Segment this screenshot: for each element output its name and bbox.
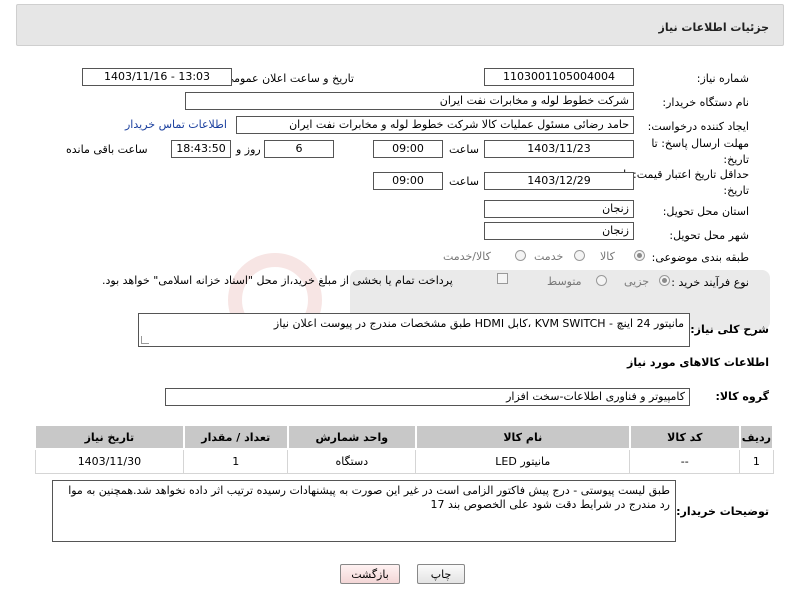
deadline-time-field: 09:00 <box>373 140 443 158</box>
city-label: شهر محل تحویل: <box>669 229 749 242</box>
cell-unit: دستگاه <box>287 448 417 474</box>
validity-date-field: 1403/12/29 <box>484 172 634 190</box>
description-textarea[interactable]: مانیتور 24 اینچ - KVM SWITCH ،کابل HDMI … <box>138 313 690 347</box>
goods-info-title: اطلاعات کالاهای مورد نیاز <box>627 356 769 369</box>
cell-qty: 1 <box>183 448 289 474</box>
category-option-goods: کالا <box>600 250 615 263</box>
remaining-time-field: 18:43:50 <box>171 140 231 158</box>
creator-field: حامد رضائی مسئول عملیات کالا شرکت خطوط ل… <box>236 116 634 134</box>
deadline-time-label: ساعت <box>449 143 479 156</box>
process-radio-medium[interactable] <box>596 275 607 286</box>
process-option-minor: جزیی <box>624 275 650 288</box>
need-number-label: شماره نیاز: <box>696 72 749 85</box>
items-table: ردیف کد کالا نام کالا واحد شمارش تعداد /… <box>34 424 775 474</box>
cell-date: 1403/11/30 <box>34 448 185 474</box>
province-label: استان محل تحویل: <box>662 205 749 218</box>
table-row: 1 -- مانیتور LED دستگاه 1 1403/11/30 <box>34 448 774 474</box>
goods-group-field: کامپیوتر و فناوری اطلاعات-سخت افزار <box>165 388 690 406</box>
payment-note: پرداخت تمام یا بخشی از مبلغ خرید،از محل … <box>102 274 453 287</box>
print-button[interactable]: چاپ <box>417 564 465 584</box>
goods-group-label: گروه کالا: <box>715 390 769 403</box>
deadline-label: مهلت ارسال پاسخ: تا <box>651 137 749 150</box>
cell-name: مانیتور LED <box>415 448 631 474</box>
buyer-org-field: شرکت خطوط لوله و مخابرات نفت ایران <box>185 92 634 110</box>
deadline-label-date: تاریخ: <box>723 153 749 166</box>
process-label: نوع فرآیند خرید : <box>671 276 749 289</box>
col-date: تاریخ نیاز <box>34 424 185 450</box>
description-label: شرح کلی نیاز: <box>690 323 769 336</box>
col-row: ردیف <box>738 424 775 450</box>
header-panel: جزئیات اطلاعات نیاز <box>16 4 784 46</box>
need-number-field: 1103001105004004 <box>484 68 634 86</box>
cell-row: 1 <box>739 448 774 474</box>
validity-label: حداقل تاریخ اعتبار قیمت: تا <box>623 168 749 181</box>
treasury-checkbox[interactable] <box>497 273 508 284</box>
buyer-contact-link[interactable]: اطلاعات تماس خریدار <box>125 118 227 131</box>
province-field: زنجان <box>484 200 634 218</box>
col-qty: تعداد / مقدار <box>182 424 289 450</box>
resize-handle-icon[interactable] <box>141 336 149 344</box>
deadline-date-field: 1403/11/23 <box>484 140 634 158</box>
page-title: جزئیات اطلاعات نیاز <box>658 21 770 34</box>
announce-label: تاریخ و ساعت اعلان عمومی: <box>221 72 354 85</box>
category-option-service: خدمت <box>534 250 564 263</box>
city-field: زنجان <box>484 222 634 240</box>
category-label: طبقه بندی موضوعی: <box>651 251 749 264</box>
category-radio-goods[interactable] <box>634 250 645 261</box>
back-button[interactable]: بازگشت <box>340 564 400 584</box>
days-label: روز و <box>236 143 261 156</box>
validity-time-label: ساعت <box>449 175 479 188</box>
buyer-org-label: نام دستگاه خریدار: <box>662 96 749 109</box>
col-unit: واحد شمارش <box>286 424 417 450</box>
buyer-notes-textarea[interactable]: طبق لیست پیوستی - درج پیش فاکتور الزامی … <box>52 480 676 542</box>
buyer-notes-label: توضیحات خریدار: <box>676 505 769 518</box>
process-option-medium: متوسط <box>547 275 582 288</box>
creator-label: ایجاد کننده درخواست: <box>647 120 749 133</box>
col-code: کد کالا <box>628 424 741 450</box>
remaining-label: ساعت باقی مانده <box>66 143 148 156</box>
cell-code: -- <box>629 448 741 474</box>
description-text: مانیتور 24 اینچ - KVM SWITCH ،کابل HDMI … <box>273 317 684 330</box>
validity-label-date: تاریخ: <box>723 184 749 197</box>
process-radio-minor[interactable] <box>659 275 670 286</box>
announce-field: 1403/11/16 - 13:03 <box>82 68 232 86</box>
category-radio-goods-service[interactable] <box>515 250 526 261</box>
category-option-goods-service: کالا/خدمت <box>443 250 491 263</box>
col-name: نام کالا <box>414 424 631 450</box>
buyer-notes-text: طبق لیست پیوستی - درج پیش فاکتور الزامی … <box>68 484 670 511</box>
category-radio-service[interactable] <box>574 250 585 261</box>
validity-time-field: 09:00 <box>373 172 443 190</box>
days-field: 6 <box>264 140 334 158</box>
table-header-row: ردیف کد کالا نام کالا واحد شمارش تعداد /… <box>34 424 775 450</box>
